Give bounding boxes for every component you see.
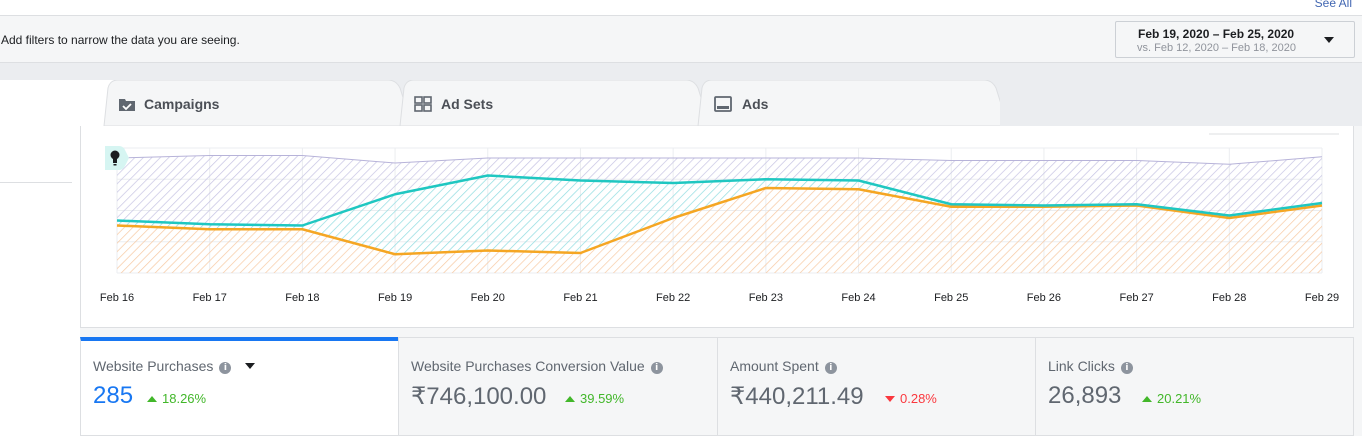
date-range-label: Feb 19, 2020 – Feb 25, 2020 bbox=[1138, 27, 1295, 41]
x-tick-label: Feb 19 bbox=[378, 292, 412, 304]
x-tick-label: Feb 16 bbox=[100, 292, 134, 304]
metric-change-value: 20.21% bbox=[1157, 391, 1202, 406]
level-tabs: Campaigns Ad Sets Ads bbox=[0, 63, 1362, 130]
metric-label: Link Clicks i bbox=[1048, 358, 1133, 374]
folder-check-icon bbox=[119, 99, 135, 111]
x-tick-label: Feb 27 bbox=[1119, 292, 1153, 304]
metric-change: 39.59% bbox=[565, 391, 624, 406]
metric-label-text: Amount Spent bbox=[730, 358, 819, 374]
monitor-icon bbox=[714, 96, 732, 112]
x-tick-label: Feb 20 bbox=[471, 292, 505, 304]
x-tick-label: Feb 17 bbox=[193, 292, 227, 304]
x-tick-label: Feb 29 bbox=[1305, 292, 1339, 304]
metric-label: Website Purchases i bbox=[93, 358, 256, 374]
lightbulb-icon bbox=[105, 146, 129, 170]
info-icon[interactable]: i bbox=[650, 362, 663, 374]
metric-link-clicks[interactable]: Link Clicks i 26,893 20.21% bbox=[1035, 337, 1354, 436]
filter-bar: Add filters to narrow the data you are s… bbox=[0, 17, 1362, 63]
performance-chart: Feb 16 Feb 17 Feb 18 Feb 19 Feb 20 Feb 21 Feb … bbox=[80, 126, 1354, 328]
see-all-link[interactable]: See All bbox=[1315, 0, 1352, 10]
metric-value: 285 bbox=[93, 382, 134, 409]
x-tick-label: Feb 28 bbox=[1212, 292, 1246, 304]
metric-label-text: Website Purchases Conversion Value bbox=[411, 358, 645, 374]
chevron-down-icon[interactable] bbox=[245, 363, 256, 369]
left-panel bbox=[0, 126, 80, 436]
metric-value: ₹746,100.00 bbox=[411, 383, 547, 410]
metric-label: Amount Spent i bbox=[730, 358, 837, 374]
info-icon[interactable]: i bbox=[219, 362, 232, 374]
chevron-down-icon bbox=[1324, 37, 1334, 43]
metric-change-value: 39.59% bbox=[580, 391, 625, 406]
grid-icon bbox=[414, 96, 432, 112]
metric-conversion-value[interactable]: Website Purchases Conversion Value i ₹746… bbox=[398, 337, 718, 436]
tab-ad-sets-label: Ad Sets bbox=[441, 96, 494, 112]
metric-tabs: Website Purchases i 285 18.26% Website Pu… bbox=[80, 337, 1354, 436]
info-icon[interactable]: i bbox=[824, 362, 837, 374]
x-tick-label: Feb 22 bbox=[656, 292, 690, 304]
arrow-up-icon bbox=[147, 396, 157, 402]
x-tick-label: Feb 18 bbox=[285, 292, 319, 304]
metric-amount-spent[interactable]: Amount Spent i ₹440,211.49 0.28% bbox=[717, 337, 1036, 436]
x-tick-label: Feb 26 bbox=[1027, 292, 1061, 304]
arrow-up-icon bbox=[565, 396, 575, 402]
chart-areas bbox=[116, 155, 1323, 273]
metric-change: 20.21% bbox=[1142, 391, 1201, 406]
x-tick-label: Feb 23 bbox=[749, 292, 783, 304]
date-range-picker[interactable]: Feb 19, 2020 – Feb 25, 2020 vs. Feb 12, … bbox=[1115, 21, 1355, 58]
metric-change-value: 0.28% bbox=[900, 391, 937, 406]
filter-hint[interactable]: Add filters to narrow the data you are s… bbox=[1, 33, 240, 47]
metric-value: ₹440,211.49 bbox=[730, 383, 864, 410]
tab-ads-label: Ads bbox=[742, 96, 769, 112]
tab-ads[interactable]: Ads bbox=[698, 80, 998, 126]
metric-change-value: 18.26% bbox=[162, 391, 207, 406]
insight-marker[interactable] bbox=[105, 144, 129, 172]
top-bar: See All bbox=[0, 0, 1362, 16]
info-icon[interactable]: i bbox=[1120, 362, 1133, 374]
metric-value: 26,893 bbox=[1048, 382, 1122, 409]
x-tick-label: Feb 25 bbox=[934, 292, 968, 304]
arrow-up-icon bbox=[1142, 396, 1152, 402]
tab-campaigns-label: Campaigns bbox=[144, 96, 220, 112]
tab-ad-sets[interactable]: Ad Sets bbox=[400, 80, 700, 126]
metric-label: Website Purchases Conversion Value i bbox=[411, 358, 663, 374]
panel-divider bbox=[0, 182, 72, 183]
arrow-down-icon bbox=[885, 396, 895, 402]
chart-canvas: Feb 16 Feb 17 Feb 18 Feb 19 Feb 20 Feb 21 Feb … bbox=[100, 133, 1339, 304]
metric-label-text: Website Purchases bbox=[93, 358, 214, 374]
metric-change: 18.26% bbox=[147, 391, 206, 406]
tab-campaigns[interactable]: Campaigns bbox=[104, 80, 404, 126]
metric-label-text: Link Clicks bbox=[1048, 358, 1115, 374]
metric-website-purchases[interactable]: Website Purchases i 285 18.26% bbox=[80, 337, 399, 436]
x-tick-label: Feb 24 bbox=[841, 292, 875, 304]
compare-range-label: vs. Feb 12, 2020 – Feb 18, 2020 bbox=[1137, 42, 1297, 54]
x-tick-label: Feb 21 bbox=[563, 292, 597, 304]
x-axis-ticks: Feb 16 Feb 17 Feb 18 Feb 19 Feb 20 Feb 21 Feb … bbox=[100, 292, 1339, 304]
metric-change: 0.28% bbox=[885, 391, 937, 406]
